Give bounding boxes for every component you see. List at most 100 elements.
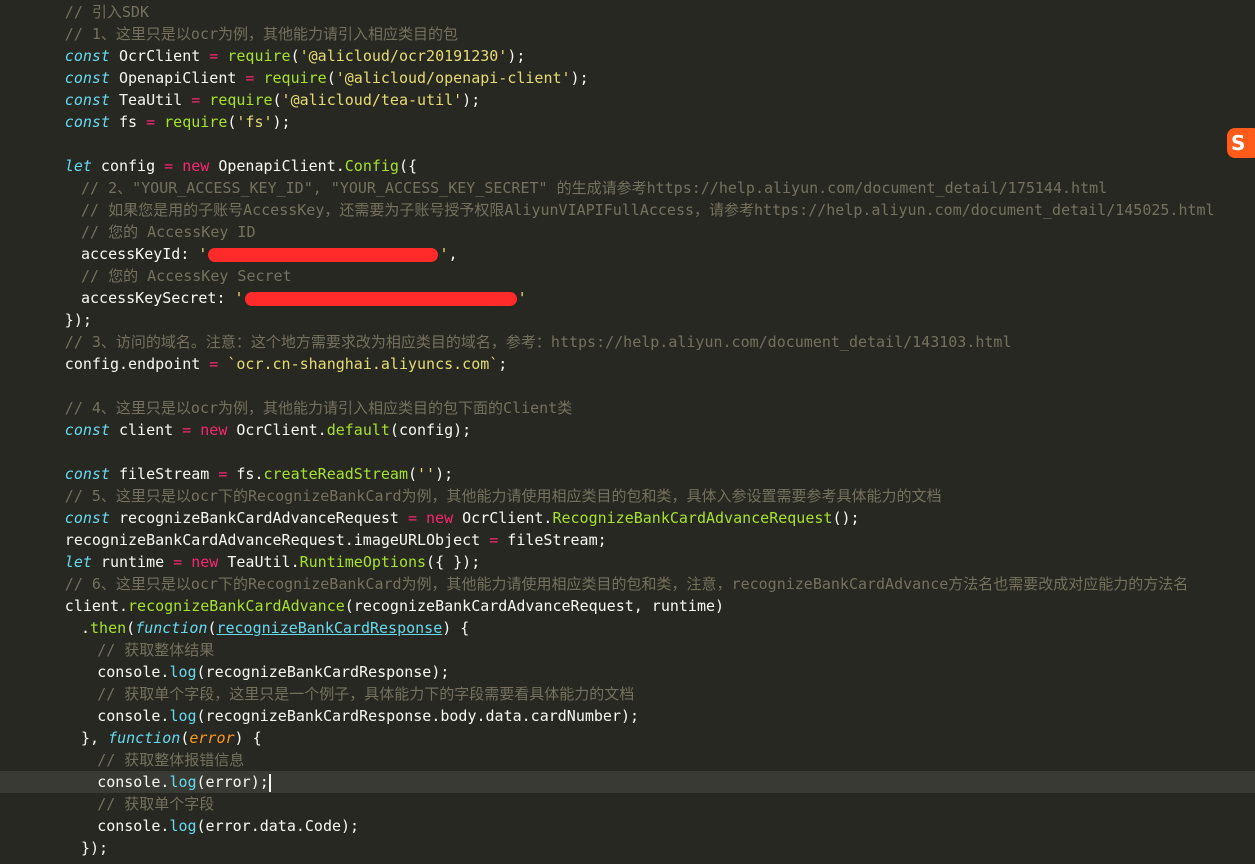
code-line[interactable]: accessKeySecret: ' ' <box>0 287 1255 309</box>
code-token-str: ' <box>517 289 527 307</box>
code-token-fn: RuntimeOptions <box>299 553 427 571</box>
code-line[interactable]: const TeaUtil = require('@alicloud/tea-u… <box>0 89 1255 111</box>
code-line-content: console.log(error); <box>97 771 271 793</box>
code-line[interactable]: client.recognizeBankCardAdvance(recogniz… <box>0 595 1255 617</box>
code-token-kw: let <box>64 157 92 175</box>
code-token-var <box>218 355 227 373</box>
code-line[interactable]: const recognizeBankCardAdvanceRequest = … <box>0 507 1255 529</box>
redacted-secret <box>208 247 439 262</box>
code-line-content: let config = new OpenapiClient.Config({ <box>65 155 417 177</box>
code-token-var <box>155 113 164 131</box>
code-line-content: // 5、这里只是以ocr下的RecognizeBankCard为例，其他能力请… <box>65 485 942 507</box>
code-line[interactable]: recognizeBankCardAdvanceRequest.imageURL… <box>0 529 1255 551</box>
code-line[interactable]: console.log(recognizeBankCardResponse.bo… <box>0 705 1255 727</box>
code-token-var: recognizeBankCardAdvanceRequest.imageURL… <box>64 531 490 549</box>
code-token-kw: let <box>64 553 92 571</box>
code-line[interactable]: }); <box>0 837 1255 859</box>
code-token-var: console. <box>97 707 170 725</box>
code-token-var: ( <box>272 91 282 109</box>
code-line[interactable]: config.endpoint = `ocr.cn-shanghai.aliyu… <box>0 353 1255 375</box>
code-line[interactable]: const OpenapiClient = require('@alicloud… <box>0 67 1255 89</box>
code-line[interactable]: console.log(error); <box>0 771 1255 793</box>
code-token-var: ({ <box>398 157 418 175</box>
code-line[interactable]: console.log(recognizeBankCardResponse); <box>0 661 1255 683</box>
code-token-var: (error.data.Code); <box>196 817 360 835</box>
code-line[interactable]: // 3、访问的域名。注意：这个地方需要求改为相应类目的域名，参考：https:… <box>0 331 1255 353</box>
code-line-content: const TeaUtil = require('@alicloud/tea-u… <box>65 89 480 111</box>
code-line[interactable] <box>0 133 1255 155</box>
code-line-content: // 3、访问的域名。注意：这个地方需要求改为相应类目的域名，参考：https:… <box>65 331 1012 353</box>
code-token-op: = <box>407 509 417 527</box>
code-token-fn: createReadStream <box>263 465 408 483</box>
code-line[interactable]: let config = new OpenapiClient.Config({ <box>0 155 1255 177</box>
code-line-content: const client = new OcrClient.default(con… <box>65 419 471 441</box>
code-line[interactable] <box>0 441 1255 463</box>
code-line[interactable] <box>0 375 1255 397</box>
code-token-var: ( <box>326 69 336 87</box>
code-token-op: = <box>209 47 219 65</box>
code-line[interactable]: // 获取单个字段 <box>0 793 1255 815</box>
code-line-content: .then(function(recognizeBankCardResponse… <box>81 617 469 639</box>
code-token-var: OcrClient. <box>453 509 553 527</box>
code-line[interactable]: // 1、这里只是以ocr为例，其他能力请引入相应类目的包 <box>0 23 1255 45</box>
code-line[interactable]: // 您的 AccessKey Secret <box>0 265 1255 287</box>
code-token-kw: const <box>64 113 110 131</box>
code-token-kw: const <box>64 509 110 527</box>
code-token-var: OpenapiClient. <box>209 157 345 175</box>
code-line[interactable]: const fs = require('fs'); <box>0 111 1255 133</box>
code-line[interactable]: // 您的 AccessKey ID <box>0 221 1255 243</box>
code-line-content: const fileStream = fs.createReadStream('… <box>65 463 453 485</box>
code-token-cm: // 您的 AccessKey Secret <box>81 267 292 285</box>
code-line[interactable]: // 获取整体结果 <box>0 639 1255 661</box>
code-line[interactable]: // 4、这里只是以ocr为例，其他能力请引入相应类目的包下面的Client类 <box>0 397 1255 419</box>
code-token-var: }); <box>64 311 92 329</box>
code-line-content: // 1、这里只是以ocr为例，其他能力请引入相应类目的包 <box>65 23 458 45</box>
code-token-var: ); <box>570 69 589 87</box>
code-line[interactable]: .then(function(recognizeBankCardResponse… <box>0 617 1255 639</box>
code-line[interactable]: const OcrClient = require('@alicloud/ocr… <box>0 45 1255 67</box>
code-line[interactable]: // 5、这里只是以ocr下的RecognizeBankCard为例，其他能力请… <box>0 485 1255 507</box>
code-line-content: console.log(recognizeBankCardResponse.bo… <box>97 705 639 727</box>
code-token-cm: // 2、"YOUR_ACCESS_KEY_ID", "YOUR_ACCESS_… <box>81 179 1108 197</box>
code-editor[interactable]: // 引入SDK // 1、这里只是以ocr为例，其他能力请引入相应类目的包 con… <box>0 0 1255 864</box>
code-token-str: ' <box>198 245 208 263</box>
code-token-fn: require <box>209 91 273 109</box>
code-line[interactable]: const fileStream = fs.createReadStream('… <box>0 463 1255 485</box>
code-token-var <box>182 553 191 571</box>
code-token-var: ( <box>126 619 136 637</box>
code-token-cm: // 6、这里只是以ocr下的RecognizeBankCard为例，其他能力请… <box>64 575 1189 593</box>
code-token-var: runtime <box>91 553 174 571</box>
code-line[interactable]: }); <box>0 309 1255 331</box>
code-token-op: new <box>426 509 454 527</box>
code-token-str: `ocr.cn-shanghai.aliyuncs.com` <box>227 355 499 373</box>
code-line-content: const OcrClient = require('@alicloud/ocr… <box>65 45 526 67</box>
code-token-var: OcrClient <box>109 47 210 65</box>
code-line[interactable]: accessKeyId: ' ', <box>0 243 1255 265</box>
code-line[interactable]: // 6、这里只是以ocr下的RecognizeBankCard为例，其他能力请… <box>0 573 1255 595</box>
code-token-var: }); <box>81 839 109 857</box>
code-token-fn: Config <box>344 157 399 175</box>
code-line[interactable]: // 引入SDK <box>0 1 1255 23</box>
code-line-content: // 您的 AccessKey Secret <box>81 265 292 287</box>
code-token-var <box>200 91 209 109</box>
code-line[interactable]: console.log(error.data.Code); <box>0 815 1255 837</box>
code-token-kw: const <box>64 47 110 65</box>
code-token-var <box>191 421 200 439</box>
code-line[interactable]: let runtime = new TeaUtil.RuntimeOptions… <box>0 551 1255 573</box>
code-line[interactable]: }, function(error) { <box>0 727 1255 749</box>
code-line[interactable]: // 2、"YOUR_ACCESS_KEY_ID", "YOUR_ACCESS_… <box>0 177 1255 199</box>
code-token-var: fs <box>109 113 147 131</box>
code-token-var: }, <box>81 729 109 747</box>
code-token-var <box>173 157 182 175</box>
code-line[interactable]: // 获取单个字段，这里只是一个例子，具体能力下的字段需要看具体能力的文档 <box>0 683 1255 705</box>
code-token-var: config.endpoint <box>64 355 210 373</box>
code-line[interactable]: // 获取整体报错信息 <box>0 749 1255 771</box>
code-line[interactable]: // 如果您是用的子账号AccessKey，还需要为子账号授予权限AliyunV… <box>0 199 1255 221</box>
code-line[interactable]: const client = new OcrClient.default(con… <box>0 419 1255 441</box>
code-line-content: // 获取整体结果 <box>97 639 214 661</box>
code-token-var: (recognizeBankCardAdvanceRequest, runtim… <box>344 597 725 615</box>
code-token-var: client <box>109 421 183 439</box>
code-token-var: OcrClient. <box>227 421 327 439</box>
code-line-content: console.log(recognizeBankCardResponse); <box>97 661 449 683</box>
code-token-cm: // 3、访问的域名。注意：这个地方需要求改为相应类目的域名，参考：https:… <box>64 333 1012 351</box>
